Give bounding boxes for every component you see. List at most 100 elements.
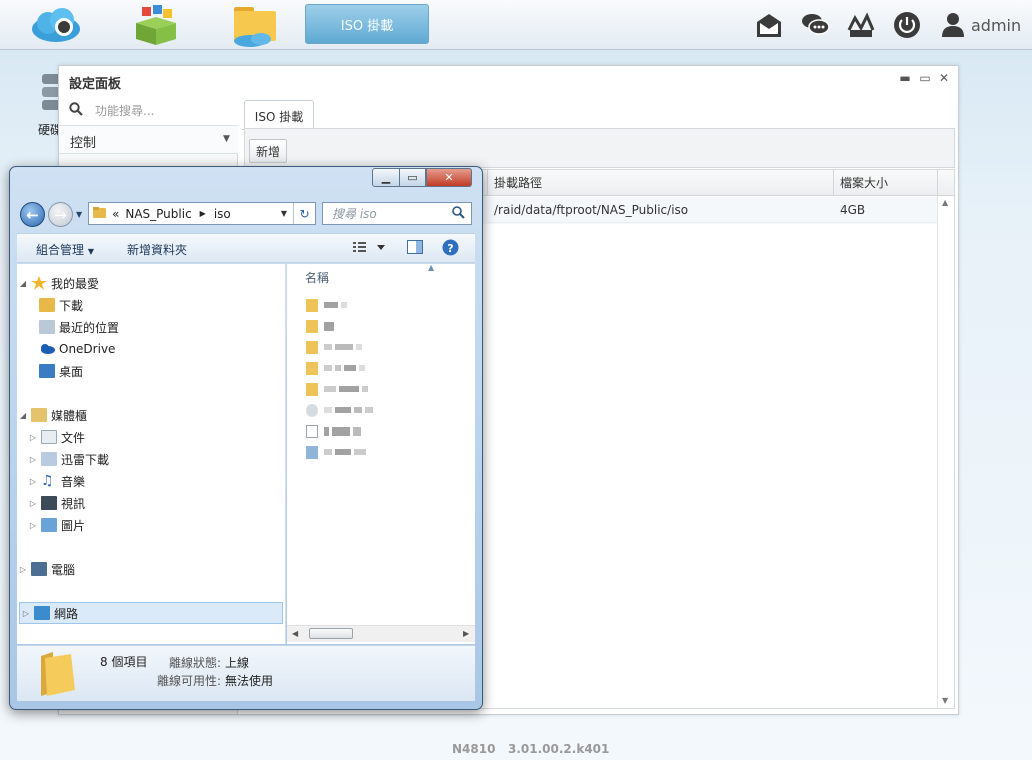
nav-item-pictures[interactable]: ▷ 圖片	[27, 514, 85, 536]
file-icon	[306, 424, 318, 438]
address-dropdown-icon[interactable]: ▼	[281, 209, 287, 218]
minimize-icon[interactable]: ▬	[899, 72, 911, 84]
address-segment-iso[interactable]: iso	[214, 207, 231, 221]
computer-label: 電腦	[51, 562, 76, 577]
close-icon[interactable]: ✕	[938, 72, 950, 84]
view-options-icon[interactable]	[353, 240, 387, 257]
refresh-icon[interactable]: ↻	[293, 203, 315, 224]
explorer-minimize-button[interactable]: ▁	[372, 168, 400, 187]
help-icon[interactable]: ?	[442, 239, 459, 259]
list-item[interactable]	[306, 442, 369, 462]
explorer-search-input[interactable]: 搜尋 iso	[322, 202, 472, 225]
collapse-arrow-icon[interactable]: ▷	[27, 477, 39, 486]
scroll-right-icon[interactable]: ▶	[463, 629, 469, 638]
forward-arrow-icon[interactable]: →	[48, 202, 73, 227]
offline-availability-label: 離線可用性:	[157, 674, 222, 688]
offline-status-label: 離線狀態:	[169, 656, 222, 670]
nas-status-icon[interactable]	[846, 10, 876, 40]
list-item[interactable]	[306, 421, 364, 441]
details-pane: 8 個項目 離線狀態: 上線 離線可用性: 無法使用	[17, 645, 475, 701]
list-item[interactable]	[306, 316, 337, 336]
function-search[interactable]: 功能搜尋...	[59, 94, 238, 126]
horizontal-scrollbar[interactable]: ◀ ▶	[287, 625, 475, 642]
nav-item-label: 音樂	[61, 474, 86, 489]
list-item[interactable]	[306, 337, 365, 357]
active-app-tab[interactable]: ISO 掛載	[305, 4, 429, 44]
power-icon[interactable]	[892, 10, 922, 40]
scroll-thumb[interactable]	[309, 628, 353, 639]
user-icon[interactable]	[938, 10, 968, 40]
toolbar: 新增	[244, 128, 955, 168]
scroll-down-icon[interactable]: ▼	[942, 696, 948, 705]
nav-item-label: 視訊	[61, 496, 86, 511]
list-item[interactable]	[306, 358, 368, 378]
nav-network[interactable]: ▷ 網路	[19, 602, 283, 624]
navigation-pane: ◢ 我的最愛 下載 最近的位置 OneDrive 桌面 ◢ 媒體櫃 ▷ 文件 ▷ 迅雷下…	[17, 264, 286, 644]
collapse-arrow-icon[interactable]: ▷	[27, 433, 39, 442]
apps-box-icon[interactable]	[128, 3, 184, 47]
nav-item-desktop[interactable]: 桌面	[37, 360, 83, 382]
nav-item-documents[interactable]: ▷ 文件	[27, 426, 85, 448]
scroll-up-icon[interactable]: ▲	[942, 198, 948, 207]
collapse-arrow-icon[interactable]: ▷	[17, 565, 29, 574]
folder-large-icon	[37, 650, 77, 701]
address-bar[interactable]: « NAS_Public ▶ iso ▼ ↻	[88, 202, 316, 225]
search-icon[interactable]	[452, 205, 465, 222]
address-segment-nas-public[interactable]: NAS_Public	[125, 207, 191, 221]
nav-item-videos[interactable]: ▷ 視訊	[27, 492, 85, 514]
video-icon	[41, 496, 57, 510]
cloud-icon[interactable]	[28, 3, 84, 47]
add-button[interactable]: 新增	[249, 139, 287, 163]
table-scrollbar[interactable]: ▲ ▼	[937, 196, 954, 708]
add-button-label: 新增	[255, 144, 280, 159]
back-arrow-icon[interactable]: ←	[20, 202, 45, 227]
tab-iso-mount[interactable]: ISO 掛載	[244, 100, 314, 131]
collapse-arrow-icon[interactable]: ▷	[27, 455, 39, 464]
username-label[interactable]: admin	[971, 16, 1021, 35]
nav-item-music[interactable]: ▷ ♫ 音樂	[27, 470, 85, 492]
expand-icon[interactable]: ◢	[17, 279, 29, 288]
nav-item-label: 文件	[61, 430, 86, 445]
folder-cloud-icon[interactable]	[228, 3, 284, 47]
column-header-size[interactable]: 檔案大小	[834, 170, 938, 196]
column-header-name[interactable]: 名稱	[305, 269, 329, 286]
nav-item-recent[interactable]: 最近的位置	[37, 316, 119, 338]
folder-icon	[93, 206, 106, 222]
list-item[interactable]	[306, 295, 350, 315]
search-input[interactable]: 功能搜尋...	[95, 102, 154, 119]
collapse-arrow-icon[interactable]: ▷	[27, 521, 39, 530]
collapse-arrow-icon[interactable]: ▷	[20, 609, 32, 618]
list-item[interactable]	[306, 379, 371, 399]
nav-item-downloads[interactable]: 下載	[37, 294, 83, 316]
mail-icon[interactable]	[754, 10, 784, 40]
maximize-icon[interactable]: ▭	[919, 72, 931, 84]
history-dropdown-icon[interactable]: ▼	[76, 210, 82, 219]
chat-icon[interactable]	[800, 10, 830, 40]
panel-title: 設定面板	[69, 77, 122, 92]
nav-libraries[interactable]: ◢ 媒體櫃	[17, 404, 87, 426]
folder-icon	[306, 319, 318, 333]
new-folder-button[interactable]: 新增資料夾	[127, 241, 187, 258]
preview-pane-icon[interactable]	[407, 240, 423, 257]
column-header-path[interactable]: 掛載路徑	[488, 170, 834, 196]
computer-icon	[31, 562, 47, 576]
expand-icon[interactable]: ◢	[17, 411, 29, 420]
nav-favorites[interactable]: ◢ 我的最愛	[17, 272, 99, 294]
nav-item-thunder-downloads[interactable]: ▷ 迅雷下載	[27, 448, 109, 470]
explorer-maximize-button[interactable]: ▭	[399, 168, 426, 187]
settings-file-icon	[306, 403, 318, 417]
collapse-arrow-icon[interactable]: ▷	[27, 499, 39, 508]
libraries-label: 媒體櫃	[51, 408, 88, 423]
list-item[interactable]	[306, 400, 376, 420]
library-icon	[31, 408, 47, 422]
nav-category-control[interactable]: 控制 ▼	[59, 126, 238, 154]
pictures-icon	[41, 518, 57, 532]
organize-button[interactable]: 組合管理 ▼	[36, 241, 94, 258]
chevron-right-icon[interactable]: ▶	[200, 209, 206, 218]
nav-item-onedrive[interactable]: OneDrive	[37, 338, 115, 360]
explorer-close-button[interactable]: ✕	[426, 168, 472, 187]
scroll-left-icon[interactable]: ◀	[292, 629, 298, 638]
address-overflow[interactable]: «	[112, 207, 119, 221]
nav-computer[interactable]: ▷ 電腦	[17, 558, 75, 580]
row-size: 4GB	[834, 197, 938, 223]
